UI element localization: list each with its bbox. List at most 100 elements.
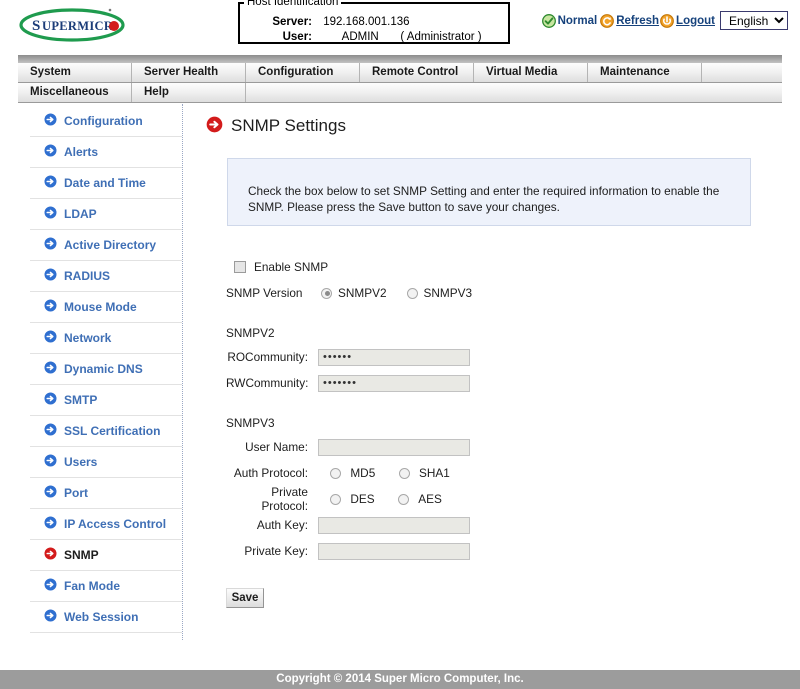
nav-item-maintenance[interactable]: Maintenance [588, 63, 702, 82]
sidebar-divider [182, 104, 183, 640]
nav-item-remote-control[interactable]: Remote Control [360, 63, 474, 82]
private-protocol-label: Private Protocol: [261, 485, 308, 513]
snmp-form: Enable SNMP SNMP Version SNMPV2 SNMPV3 S… [226, 256, 788, 608]
host-server-value: 192.168.001.136 [323, 16, 410, 28]
username-input[interactable] [318, 438, 470, 456]
language-select[interactable]: English [720, 11, 788, 30]
radio-snmpv2[interactable] [321, 287, 332, 299]
red-arrow-icon [44, 547, 57, 563]
nav-item-system[interactable]: System [18, 63, 132, 82]
refresh-link[interactable]: Refresh [616, 15, 659, 27]
green-check-icon [541, 13, 556, 28]
sidebar-item-alerts[interactable]: Alerts [30, 137, 182, 168]
blue-arrow-icon [44, 578, 57, 594]
sidebar-item-date-and-time[interactable]: Date and Time [30, 168, 182, 199]
sidebar-label: Dynamic DNS [64, 362, 143, 376]
host-user-role: ( Administrator ) [400, 31, 482, 43]
private-key-input[interactable] [318, 542, 470, 560]
enable-snmp-checkbox[interactable] [234, 261, 246, 273]
host-identification-legend: Host Identification [244, 0, 342, 8]
snmp-version-label: SNMP Version [226, 286, 303, 300]
radio-md5[interactable] [330, 468, 341, 480]
page-title: SNMP Settings [206, 116, 788, 136]
auth-key-input[interactable] [318, 516, 470, 534]
svg-text:UPERMICR: UPERMICR [42, 19, 114, 33]
sidebar-item-fan-mode[interactable]: Fan Mode [30, 571, 182, 602]
sidebar-label: Fan Mode [64, 579, 120, 593]
enable-snmp-label: Enable SNMP [254, 260, 329, 274]
sidebar-item-radius[interactable]: RADIUS [30, 261, 182, 292]
radio-sha1[interactable] [398, 468, 410, 480]
footer: Copyright © 2014 Super Micro Computer, I… [0, 670, 800, 689]
sidebar-item-port[interactable]: Port [30, 478, 182, 509]
page-body: Configuration Alerts Date and Time LDAP [0, 100, 800, 645]
sidebar-item-dynamic-dns[interactable]: Dynamic DNS [30, 354, 182, 385]
nav-item-server-health[interactable]: Server Health [132, 63, 246, 82]
blue-arrow-icon [44, 268, 57, 284]
auth-key-label: Auth Key: [256, 518, 308, 532]
radio-des[interactable] [330, 494, 341, 506]
red-arrow-icon [206, 116, 223, 136]
rwcommunity-row: RWCommunity: [226, 372, 788, 394]
status-bar: Normal Refresh Logout English [541, 11, 788, 30]
main-navigation: System Server Health Configuration Remot… [18, 55, 782, 103]
sidebar-label: SSL Certification [64, 424, 161, 438]
sidebar-item-smtp[interactable]: SMTP [30, 385, 182, 416]
blue-arrow-icon [44, 454, 57, 470]
blue-arrow-icon [44, 392, 57, 408]
radio-snmpv2-label: SNMPV2 [338, 286, 387, 300]
radio-snmpv3-label: SNMPV3 [423, 286, 473, 300]
blue-arrow-icon [44, 485, 57, 501]
blue-arrow-icon [44, 330, 57, 346]
save-button[interactable]: Save [226, 588, 264, 608]
rwcommunity-input[interactable] [318, 374, 470, 392]
sidebar-item-snmp[interactable]: SNMP [30, 540, 182, 571]
username-label: User Name: [245, 440, 308, 454]
nav-item-virtual-media[interactable]: Virtual Media [474, 63, 588, 82]
sidebar-label: RADIUS [64, 269, 111, 283]
auth-key-row: Auth Key: [226, 514, 788, 536]
sidebar-item-ldap[interactable]: LDAP [30, 199, 182, 230]
nav-item-configuration[interactable]: Configuration [246, 63, 360, 82]
sidebar-label: Alerts [64, 145, 99, 159]
sidebar-label: Active Directory [64, 238, 157, 252]
sidebar-item-mouse-mode[interactable]: Mouse Mode [30, 292, 182, 323]
logout-icon[interactable] [660, 13, 674, 28]
copyright-text: Copyright © 2014 Super Micro Computer, I… [276, 673, 524, 685]
sidebar-label: Users [64, 455, 98, 469]
sidebar-label: Port [64, 486, 88, 500]
host-user-value: ADMIN [341, 31, 379, 43]
sidebar-item-ssl-certification[interactable]: SSL Certification [30, 416, 182, 447]
rocommunity-input[interactable] [318, 348, 470, 366]
enable-snmp-row: Enable SNMP [226, 256, 788, 278]
host-user-label: User: [282, 31, 312, 43]
logout-link[interactable]: Logout [676, 15, 715, 27]
blue-arrow-icon [44, 609, 57, 625]
auth-protocol-label: Auth Protocol: [233, 466, 308, 480]
radio-aes[interactable] [397, 494, 409, 506]
sidebar-item-configuration[interactable]: Configuration [30, 106, 182, 137]
sidebar-label: SNMP [64, 548, 99, 562]
info-panel: Check the box below to set SNMP Setting … [227, 158, 751, 226]
sidebar-item-ip-access-control[interactable]: IP Access Control [30, 509, 182, 540]
snmpv3-section-title: SNMPV3 [226, 416, 275, 430]
sidebar-label: Date and Time [64, 176, 146, 190]
radio-des-label: DES [350, 492, 375, 506]
sidebar-item-users[interactable]: Users [30, 447, 182, 478]
refresh-icon[interactable] [600, 13, 615, 28]
radio-snmpv3[interactable] [406, 287, 418, 299]
blue-arrow-icon [44, 423, 57, 439]
sidebar-item-network[interactable]: Network [30, 323, 182, 354]
sidebar-item-active-directory[interactable]: Active Directory [30, 230, 182, 261]
blue-arrow-icon [44, 175, 57, 191]
blue-arrow-icon [44, 299, 57, 315]
sidebar-label: IP Access Control [64, 517, 167, 531]
page-header: S UPERMICR Host Identification Server: 1… [0, 0, 800, 55]
sidebar-label: Mouse Mode [64, 300, 137, 314]
supermicro-logo: S UPERMICR [18, 6, 128, 44]
page-title-text: SNMP Settings [231, 116, 346, 135]
svg-text:S: S [32, 18, 41, 34]
main-content: SNMP Settings Check the box below to set… [196, 100, 788, 608]
radio-sha1-label: SHA1 [418, 466, 450, 480]
sidebar-item-web-session[interactable]: Web Session [30, 602, 182, 633]
